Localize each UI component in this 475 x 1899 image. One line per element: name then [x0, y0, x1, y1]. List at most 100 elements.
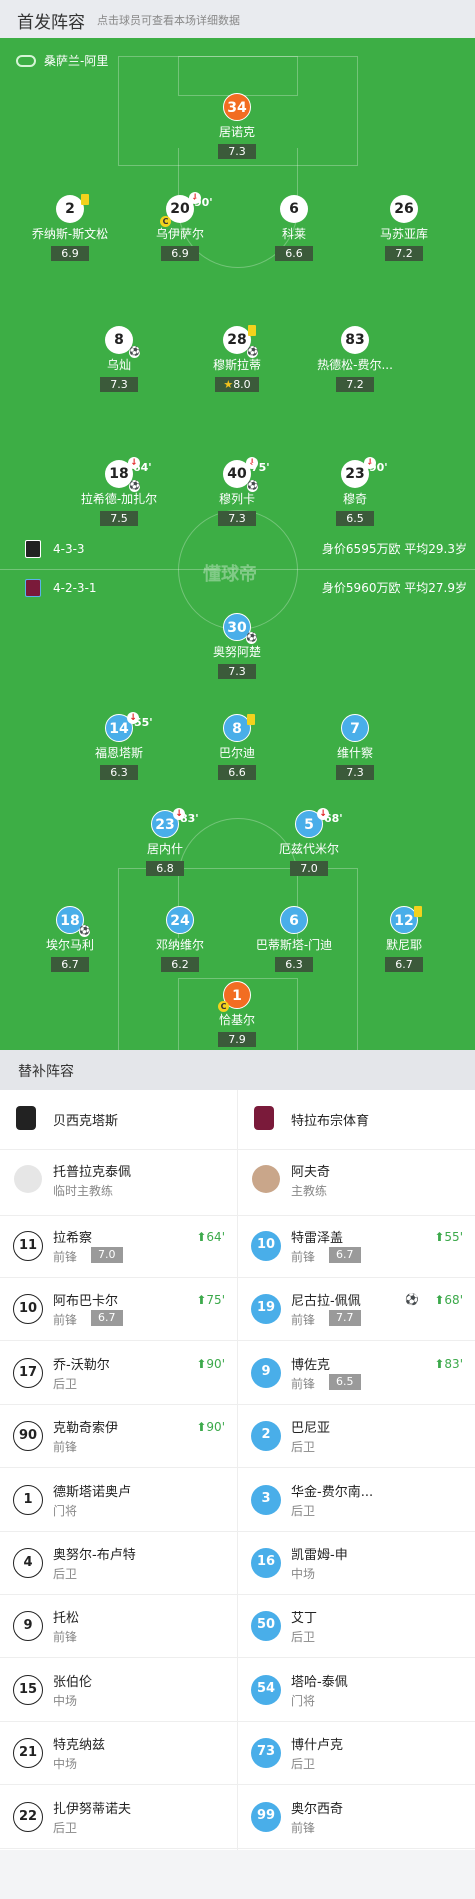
player-number: 18: [109, 466, 129, 482]
player-rating: 6.9: [161, 246, 199, 261]
sub-player-row[interactable]: 11 拉希察 前锋 7.0 ⬆64': [0, 1216, 237, 1278]
player-home-8[interactable]: 8 ⚽ 乌灿 7.3: [59, 326, 179, 392]
player-away-30[interactable]: 30 ⚽ 奥努阿楚 7.3: [177, 613, 297, 679]
sub-player-row[interactable]: 10 阿布巴卡尔 前锋 6.7 ⬆75': [0, 1279, 237, 1342]
player-away-5[interactable]: 5 ↓ 68' 厄兹代米尔 7.0: [249, 808, 369, 876]
sub-player-row[interactable]: 4 奥努尔-布卢特 后卫: [0, 1533, 237, 1595]
sub-player-row[interactable]: 54 塔哈-泰佩 门将: [238, 1660, 475, 1722]
away-coach-row[interactable]: 阿夫奇 主教练: [238, 1150, 475, 1216]
player-position: 前锋: [291, 1376, 316, 1391]
player-away-18[interactable]: 18 ⚽ 埃尔马利 6.7: [10, 906, 130, 972]
sub-player-row[interactable]: 1 德斯塔诺奥卢 门将: [0, 1470, 237, 1532]
sub-player-row[interactable]: 9 博佐克 前锋 6.5 ⬆83': [238, 1343, 475, 1405]
away-team-logo: [25, 579, 41, 597]
player-number: 20: [170, 201, 190, 217]
player-away-8[interactable]: 8 巴尔迪 6.6: [177, 714, 297, 780]
player-home-2[interactable]: 2 乔纳斯-斯文松 6.9: [10, 194, 130, 261]
player-rating: 6.8: [146, 861, 184, 876]
player-number: 9: [13, 1611, 43, 1642]
sub-player-row[interactable]: 17 乔-沃勒尔 后卫 ⬆90': [0, 1343, 237, 1405]
player-number: 73: [251, 1738, 281, 1769]
player-name: 奥尔西奇: [291, 1801, 344, 1817]
player-number: 17: [13, 1357, 43, 1388]
player-rating: 7.3: [218, 144, 256, 159]
player-number: 26: [390, 195, 418, 223]
player-number: 8: [232, 721, 242, 737]
player-number: 4: [13, 1548, 43, 1578]
home-team-row[interactable]: 贝西克塔斯: [0, 1090, 237, 1150]
player-home-23[interactable]: 23 ↓ 90' 穆奇 6.5: [295, 457, 415, 526]
sub-minute: 68': [324, 812, 343, 825]
player-position: 中场: [53, 1693, 78, 1708]
page-subtitle: 点击球员可查看本场详细数据: [97, 14, 240, 27]
sub-minute: 90': [369, 461, 388, 474]
sub-player-row[interactable]: 22 扎伊努蒂诺夫 后卫: [0, 1787, 237, 1849]
player-away-14[interactable]: 14 ↓ 55' 福恩塔斯 6.3: [59, 712, 179, 780]
home-coach-row[interactable]: 托普拉克泰佩 临时主教练: [0, 1150, 237, 1216]
home-team-logo: [25, 540, 41, 558]
player-away-7[interactable]: 7 维什察 7.3: [295, 714, 415, 780]
player-rating: 7.3: [218, 664, 256, 679]
player-home-40[interactable]: 40 ↓ 75' ⚽ 穆列卡 7.3: [177, 457, 297, 526]
sub-player-row[interactable]: 16 凯雷姆-申 中场: [238, 1533, 475, 1595]
yellow-card-icon: [247, 714, 255, 725]
player-away-12[interactable]: 12 默尼耶 6.7: [344, 906, 464, 972]
sub-player-row[interactable]: 9 托松 前锋: [0, 1596, 237, 1659]
team-name: 贝西克塔斯: [53, 1114, 119, 1129]
player-name: 马苏亚库: [379, 227, 428, 241]
sub-player-row[interactable]: 10 特雷泽盖 前锋 6.7 ⬆55': [238, 1216, 475, 1278]
player-away-24[interactable]: 24 邓纳维尔 6.2: [120, 906, 240, 972]
player-rating: 7.5: [100, 511, 138, 526]
player-position: 前锋: [53, 1440, 78, 1455]
player-name: 扎伊努蒂诺夫: [53, 1801, 132, 1817]
captain-icon: C: [160, 216, 171, 227]
player-number: 1: [13, 1484, 43, 1515]
sub-player-row[interactable]: 21 特克纳兹 中场: [0, 1723, 237, 1786]
player-home-83[interactable]: 83 热德松-费尔... 7.2: [295, 326, 415, 392]
player-rating: 7.0: [290, 861, 328, 876]
player-number: 99: [251, 1801, 281, 1832]
referee: 桑萨兰-阿里: [16, 52, 108, 69]
player-home-20[interactable]: 20 ↓ 90' C 乌伊萨尔 6.9: [120, 192, 240, 261]
player-home-34[interactable]: 34 居诺克 7.3: [177, 93, 297, 159]
sub-player-row[interactable]: 99 奥尔西奇 前锋: [238, 1787, 475, 1849]
player-number: 7: [341, 714, 369, 742]
player-rating: 6.3: [275, 957, 313, 972]
player-away-23[interactable]: 23 ↓ 83' 居内什 6.8: [105, 808, 225, 876]
player-away-6[interactable]: 6 巴蒂斯塔-门迪 6.3: [234, 906, 354, 972]
goal-ball-icon: ⚽: [247, 347, 259, 358]
away-team-row[interactable]: 特拉布宗体育: [238, 1090, 475, 1150]
coach-role: 临时主教练: [53, 1184, 114, 1198]
player-number: 2: [251, 1421, 281, 1452]
player-home-26[interactable]: 26 马苏亚库 7.2: [344, 195, 464, 261]
sub-player-row[interactable]: 15 张伯伦 中场: [0, 1660, 237, 1722]
sub-player-row[interactable]: 50 艾丁 后卫: [238, 1596, 475, 1659]
coach-avatar: [14, 1165, 42, 1193]
sub-player-row[interactable]: 3 华金-费尔南... 后卫: [238, 1470, 475, 1532]
player-name: 拉希德-加扎尔: [80, 492, 158, 506]
player-position: 门将: [53, 1503, 78, 1518]
player-home-18[interactable]: 18 ↓ 64' ⚽ 拉希德-加扎尔 7.5: [59, 457, 179, 526]
player-position: 前锋: [53, 1250, 78, 1264]
watermark-logo: 懂球帝: [203, 564, 257, 585]
player-rating: 6.7: [51, 957, 89, 972]
sub-player-row[interactable]: 90 克勒奇索伊 前锋 ⬆90': [0, 1406, 237, 1469]
sub-in-time: 83': [444, 1356, 463, 1371]
sub-in-minute: ⬆83': [434, 1357, 463, 1371]
player-rating: 7.7: [329, 1310, 361, 1327]
player-name: 奥努阿楚: [212, 645, 261, 659]
player-name: 华金-费尔南...: [291, 1484, 374, 1500]
player-away-1[interactable]: 1C 恰基尔 7.9: [177, 981, 297, 1047]
player-number: 22: [13, 1801, 43, 1832]
sub-player-row[interactable]: 2 巴尼亚 后卫: [238, 1406, 475, 1469]
sub-player-row[interactable]: 73 博什卢克 后卫: [238, 1723, 475, 1786]
player-number: 14: [109, 721, 129, 737]
sub-player-row[interactable]: 19 尼古拉-佩佩 前锋 7.7 ⬆68' ⚽: [238, 1279, 475, 1342]
player-number: 15: [13, 1674, 43, 1705]
player-home-6[interactable]: 6 科莱 6.6: [234, 195, 354, 261]
assist-icon: ⚽: [129, 481, 141, 492]
goal-ball-icon: ⚽: [129, 347, 141, 358]
player-home-28[interactable]: 28 ⚽ 穆斯拉蒂 ★8.0: [177, 325, 297, 392]
away-bench-column: 特拉布宗体育 阿夫奇 主教练 10 特雷泽盖 前锋 6.7 ⬆55' 19 尼古拉-佩佩 前锋…: [238, 1090, 475, 1850]
player-name: 奥努尔-布卢特: [53, 1548, 136, 1563]
